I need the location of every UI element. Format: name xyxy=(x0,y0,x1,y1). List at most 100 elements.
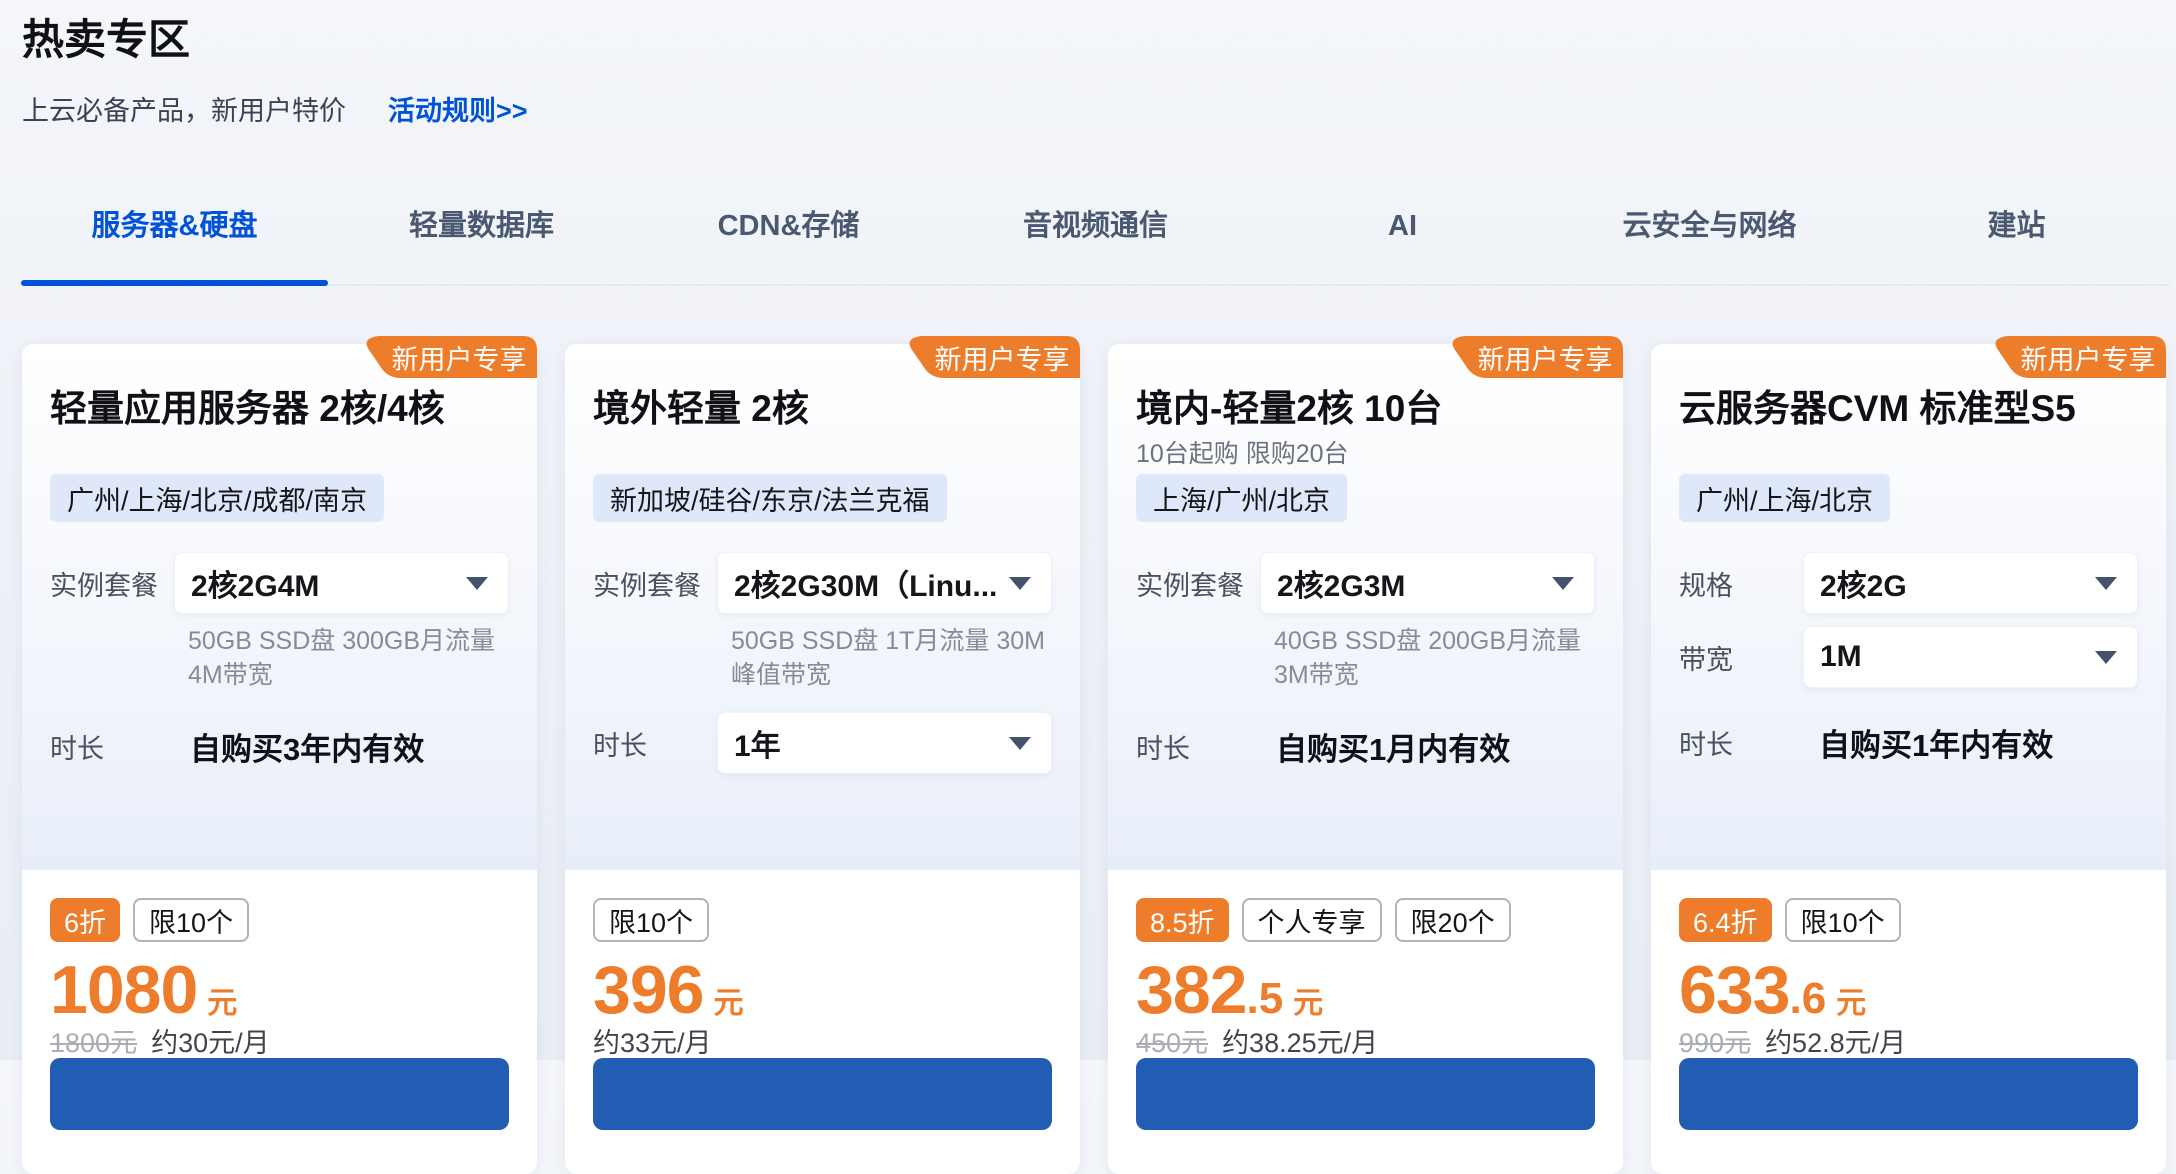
field-label: 实例套餐 xyxy=(1136,564,1260,603)
field-label: 时长 xyxy=(1679,723,1803,762)
field-label: 实例套餐 xyxy=(593,564,717,603)
region-tag: 广州/上海/北京 xyxy=(1679,474,1890,522)
new-user-badge: 新用户专享 xyxy=(1990,336,2166,378)
tab-cdn-storage[interactable]: CDN&存储 xyxy=(635,210,942,284)
personal-tag: 个人专享 xyxy=(1242,898,1382,942)
tab-ai[interactable]: AI xyxy=(1249,210,1556,284)
card-config-area: 境内-轻量2核 10台 10台起购 限购20台 上海/广州/北京 实例套餐 2核… xyxy=(1108,344,1623,870)
discount-tag: 6.4折 xyxy=(1679,898,1772,942)
limit-tag: 限10个 xyxy=(133,898,249,942)
buy-button[interactable] xyxy=(593,1058,1052,1130)
price-amount: 633 xyxy=(1679,956,1789,1024)
monthly-price: 约38.25元/月 xyxy=(1222,1030,1378,1056)
field-label: 实例套餐 xyxy=(50,564,174,603)
price-unit: 元 xyxy=(1293,978,1323,1022)
duration-value: 自购买1月内有效 xyxy=(1260,732,1510,767)
product-card: 新用户专享 轻量应用服务器 2核/4核 广州/上海/北京/成都/南京 实例套餐 … xyxy=(22,344,537,1174)
buy-button[interactable] xyxy=(1679,1058,2138,1130)
plan-field-row: 实例套餐 2核2G4M xyxy=(50,552,509,614)
price-unit: 元 xyxy=(1836,978,1866,1022)
card-subtitle: 10台起购 限购20台 xyxy=(1136,430,1595,474)
monthly-price: 约33元/月 xyxy=(593,1030,712,1056)
chevron-down-icon xyxy=(2095,651,2117,664)
field-label: 时长 xyxy=(1136,727,1260,766)
plan-field-row: 实例套餐 2核2G30M（Linu... xyxy=(593,552,1052,614)
price-unit: 元 xyxy=(713,978,743,1022)
field-label: 时长 xyxy=(50,727,174,766)
activity-rules-link[interactable]: 活动规则>> xyxy=(388,96,528,126)
card-config-area: 轻量应用服务器 2核/4核 广州/上海/北京/成都/南京 实例套餐 2核2G4M… xyxy=(22,344,537,870)
card-title: 境内-轻量2核 10台 xyxy=(1136,388,1595,430)
region-tag: 广州/上海/北京/成都/南京 xyxy=(50,474,384,522)
buy-button[interactable] xyxy=(50,1058,509,1130)
spec-field-row: 规格 2核2G xyxy=(1679,552,2138,614)
tab-server-disk[interactable]: 服务器&硬盘 xyxy=(21,210,328,284)
promo-tags-row: 6.4折 限10个 xyxy=(1679,898,2138,942)
price-amount: 396 xyxy=(593,956,703,1024)
plan-field-row: 实例套餐 2核2G3M xyxy=(1136,552,1595,614)
tab-cloud-security-network[interactable]: 云安全与网络 xyxy=(1556,210,1863,284)
card-config-area: 云服务器CVM 标准型S5 广州/上海/北京 规格 2核2G 带宽 1M xyxy=(1651,344,2166,870)
card-title: 境外轻量 2核 xyxy=(593,388,1052,430)
bandwidth-field-row: 带宽 1M xyxy=(1679,626,2138,688)
bandwidth-select[interactable]: 1M xyxy=(1803,626,2138,688)
page-header: 热卖专区 上云必备产品，新用户特价 活动规则>> xyxy=(0,0,2176,126)
card-title: 轻量应用服务器 2核/4核 xyxy=(50,388,509,430)
new-user-badge: 新用户专享 xyxy=(1447,336,1623,378)
tab-audio-video[interactable]: 音视频通信 xyxy=(942,210,1249,284)
promo-tags-row: 8.5折 个人专享 限20个 xyxy=(1136,898,1595,942)
promo-tags-row: 6折 限10个 xyxy=(50,898,509,942)
price-row: 382 .5 元 xyxy=(1136,956,1595,1024)
price-row: 396 元 xyxy=(593,956,1052,1024)
discount-tag: 8.5折 xyxy=(1136,898,1229,942)
old-price-row: 约33元/月 xyxy=(593,1030,1052,1056)
tab-lightweight-db[interactable]: 轻量数据库 xyxy=(328,210,635,284)
price-amount: 1080 xyxy=(50,956,197,1024)
original-price: 450元 xyxy=(1136,1030,1208,1056)
duration-select[interactable]: 1年 xyxy=(717,712,1052,774)
discount-tag: 6折 xyxy=(50,898,120,942)
plan-spec-note: 50GB SSD盘 1T月流量 30M峰值带宽 xyxy=(731,624,1061,692)
duration-field-row: 时长 1年 xyxy=(593,712,1052,774)
page-title: 热卖专区 xyxy=(22,16,2176,64)
card-subtitle xyxy=(1679,430,2138,474)
hot-sale-page: { "header": { "title": "热卖专区", "subtitle… xyxy=(0,0,2176,1060)
field-label: 带宽 xyxy=(1679,638,1803,677)
plan-select[interactable]: 2核2G3M xyxy=(1260,552,1595,614)
limit-tag: 限10个 xyxy=(1785,898,1901,942)
category-tab-bar: 服务器&硬盘 轻量数据库 CDN&存储 音视频通信 AI 云安全与网络 建站 xyxy=(21,210,2170,286)
chevron-down-icon xyxy=(1009,737,1031,750)
tab-website-building[interactable]: 建站 xyxy=(1863,210,2170,284)
chevron-down-icon xyxy=(2095,577,2117,590)
card-price-area: 8.5折 个人专享 限20个 382 .5 元 450元 约38.25元/月 xyxy=(1108,870,1623,1174)
duration-field-row: 时长 自购买1年内有效 xyxy=(1679,720,2138,765)
duration-value: 自购买3年内有效 xyxy=(174,732,424,767)
plan-select[interactable]: 2核2G4M xyxy=(174,552,509,614)
promo-tags-row: 限10个 xyxy=(593,898,1052,942)
card-subtitle xyxy=(50,430,509,474)
card-title: 云服务器CVM 标准型S5 xyxy=(1679,388,2138,430)
card-price-area: 6折 限10个 1080 元 1800元 约30元/月 xyxy=(22,870,537,1174)
region-tag: 上海/广州/北京 xyxy=(1136,474,1347,522)
new-user-badge: 新用户专享 xyxy=(361,336,537,378)
old-price-row: 990元 约52.8元/月 xyxy=(1679,1030,2138,1056)
old-price-row: 1800元 约30元/月 xyxy=(50,1030,509,1056)
plan-spec-note: 40GB SSD盘 200GB月流量 3M带宽 xyxy=(1274,624,1604,692)
buy-button[interactable] xyxy=(1136,1058,1595,1130)
plan-select[interactable]: 2核2G30M（Linu... xyxy=(717,552,1052,614)
duration-field-row: 时长 自购买3年内有效 xyxy=(50,724,509,769)
new-user-badge: 新用户专享 xyxy=(904,336,1080,378)
spec-select[interactable]: 2核2G xyxy=(1803,552,2138,614)
field-label: 时长 xyxy=(593,724,717,763)
page-subtitle: 上云必备产品，新用户特价 xyxy=(22,96,346,126)
duration-value: 自购买1年内有效 xyxy=(1803,728,2053,763)
limit-tag: 限10个 xyxy=(593,898,709,942)
price-amount: 382 xyxy=(1136,956,1246,1024)
price-row: 633 .6 元 xyxy=(1679,956,2138,1024)
product-card: 新用户专享 境内-轻量2核 10台 10台起购 限购20台 上海/广州/北京 实… xyxy=(1108,344,1623,1174)
plan-spec-note: 50GB SSD盘 300GB月流量 4M带宽 xyxy=(188,624,518,692)
card-price-area: 6.4折 限10个 633 .6 元 990元 约52.8元/月 xyxy=(1651,870,2166,1174)
product-card-list: 新用户专享 轻量应用服务器 2核/4核 广州/上海/北京/成都/南京 实例套餐 … xyxy=(22,344,2166,1174)
chevron-down-icon xyxy=(466,577,488,590)
region-tag: 新加坡/硅谷/东京/法兰克福 xyxy=(593,474,947,522)
